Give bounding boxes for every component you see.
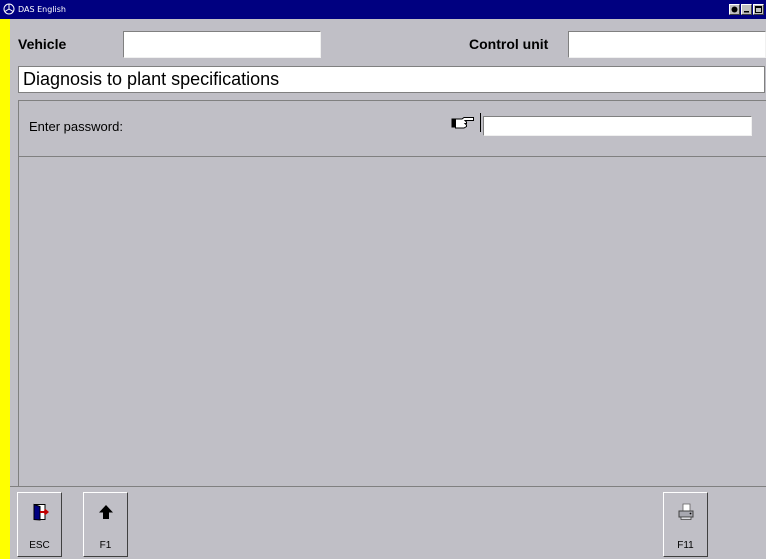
minimize-button[interactable] (729, 4, 740, 15)
f1-button[interactable]: F1 (83, 492, 128, 557)
exit-door-icon (33, 503, 49, 521)
pointing-hand-icon (451, 117, 474, 129)
close-button[interactable] (753, 4, 764, 15)
close-icon (755, 6, 762, 13)
control-unit-label: Control unit (469, 36, 549, 52)
text-cursor (480, 113, 481, 132)
up-arrow-icon (99, 505, 113, 519)
printer-icon (678, 503, 694, 520)
vehicle-label: Vehicle (18, 36, 67, 52)
window-title: DAS English (18, 5, 66, 14)
password-row: Enter password: (19, 101, 766, 157)
esc-button[interactable]: ESC (17, 492, 62, 557)
f11-button[interactable]: F11 (663, 492, 708, 557)
mercedes-star-icon (3, 3, 15, 15)
password-input[interactable] (483, 116, 752, 136)
main-window: Vehicle Control unit Diagnosis to plant … (10, 19, 766, 559)
f11-label: F11 (677, 540, 694, 551)
vehicle-field[interactable] (123, 31, 321, 58)
divider (10, 486, 766, 487)
content-panel: Enter password: (18, 100, 766, 486)
esc-label: ESC (29, 540, 50, 551)
restore-button[interactable] (741, 4, 752, 15)
restore-icon (744, 11, 749, 13)
page-title: Diagnosis to plant specifications (18, 66, 765, 93)
control-unit-field[interactable] (568, 31, 766, 58)
title-bar: DAS English (0, 0, 766, 19)
f1-label: F1 (99, 540, 112, 551)
password-label: Enter password: (29, 119, 123, 134)
minimize-icon (731, 6, 738, 13)
